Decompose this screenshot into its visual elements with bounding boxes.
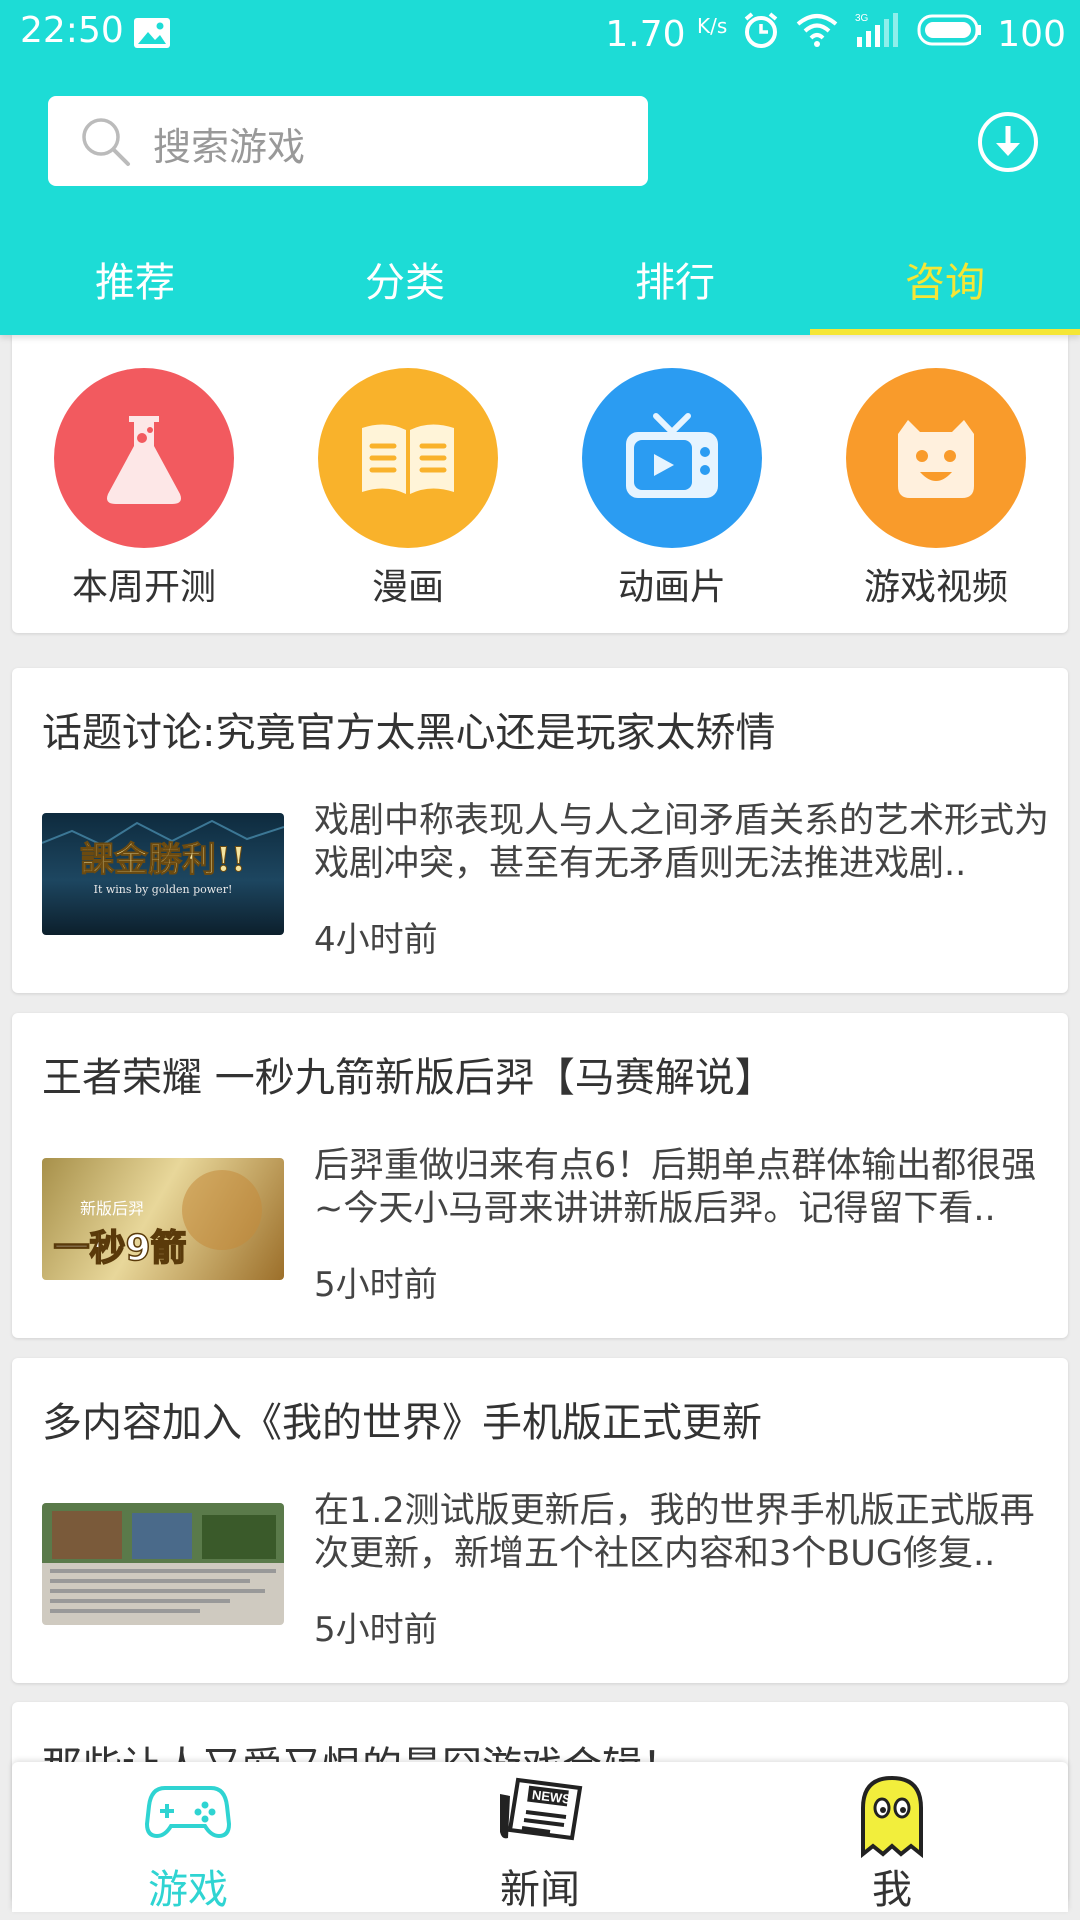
nav-me[interactable]: 我 bbox=[716, 1762, 1068, 1913]
wifi-icon bbox=[795, 12, 839, 57]
status-bar: 22:50 1.70 K/s 3G 100 bbox=[0, 0, 1080, 68]
gamepad-icon bbox=[144, 1774, 232, 1850]
svg-text:3G: 3G bbox=[855, 13, 869, 24]
ghost-icon bbox=[857, 1774, 927, 1864]
news-thumbnail: 新版后羿 一秒9箭 bbox=[42, 1158, 284, 1280]
category-card: 本周开测 漫画 动画片 游戏视频 bbox=[12, 335, 1068, 633]
news-thumbnail: 課金勝利!! It wins by golden power! bbox=[42, 813, 284, 935]
battery-icon bbox=[917, 13, 983, 56]
news-item[interactable]: 王者荣耀 一秒九箭新版后羿【马赛解说】 新版后羿 一秒9箭 后羿重做归来有点6！… bbox=[12, 1013, 1068, 1338]
app-header: 22:50 1.70 K/s 3G 100 搜索游戏 推荐 分类 排行 咨询 bbox=[0, 0, 1080, 335]
search-placeholder: 搜索游戏 bbox=[153, 125, 306, 169]
gallery-notification-icon bbox=[132, 16, 172, 54]
svg-text:課金勝利!!: 課金勝利!! bbox=[80, 840, 246, 880]
news-summary: 在1.2测试版更新后，我的世界手机版正式版再次更新，新增五个社区内容和3个BUG… bbox=[314, 1491, 1035, 1574]
news-title: 多内容加入《我的世界》手机版正式更新 bbox=[42, 1400, 762, 1446]
news-summary: 后羿重做归来有点6！后期单点群体输出都很强~今天小马哥来讲讲新版后羿。记得留下看… bbox=[314, 1146, 1037, 1229]
battery-level: 100 bbox=[997, 14, 1066, 55]
category-weekly-test[interactable]: 本周开测 bbox=[44, 368, 244, 610]
search-input[interactable]: 搜索游戏 bbox=[48, 96, 648, 186]
download-icon[interactable] bbox=[976, 110, 1040, 178]
newspaper-icon: NEWS bbox=[494, 1774, 586, 1854]
nav-news[interactable]: NEWS 新闻 bbox=[364, 1762, 716, 1913]
search-icon bbox=[78, 114, 134, 174]
svg-text:新版后羿: 新版后羿 bbox=[80, 1199, 144, 1218]
top-tabs: 推荐 分类 排行 咨询 bbox=[0, 230, 1080, 335]
net-speed: 1.70 K/s bbox=[605, 14, 728, 55]
bottom-nav: 游戏 NEWS 新闻 我 bbox=[12, 1762, 1068, 1913]
news-title: 话题讨论:究竟官方太黑心还是玩家太矫情 bbox=[42, 710, 776, 756]
news-time: 5小时前 bbox=[314, 1610, 438, 1650]
alarm-icon bbox=[741, 10, 781, 59]
category-animation[interactable]: 动画片 bbox=[572, 368, 772, 610]
tab-recommend[interactable]: 推荐 bbox=[0, 230, 270, 335]
svg-text:It wins by golden power!: It wins by golden power! bbox=[94, 883, 233, 896]
book-icon bbox=[318, 368, 498, 548]
status-right: 1.70 K/s 3G 100 bbox=[605, 10, 1066, 59]
category-comics[interactable]: 漫画 bbox=[308, 368, 508, 610]
tab-ranking[interactable]: 排行 bbox=[540, 230, 810, 335]
news-thumbnail bbox=[42, 1503, 284, 1625]
news-summary: 戏剧中称表现人与人之间矛盾关系的艺术形式为戏剧冲突，甚至有无矛盾则无法推进戏剧.… bbox=[314, 801, 1050, 884]
news-title: 王者荣耀 一秒九箭新版后羿【马赛解说】 bbox=[42, 1055, 775, 1101]
news-item[interactable]: 话题讨论:究竟官方太黑心还是玩家太矫情 課金勝利!! It wins by go… bbox=[12, 668, 1068, 993]
nav-games[interactable]: 游戏 bbox=[12, 1762, 364, 1913]
flask-icon bbox=[54, 368, 234, 548]
category-game-videos[interactable]: 游戏视频 bbox=[836, 368, 1036, 610]
cell-signal-icon: 3G bbox=[853, 11, 903, 58]
news-item[interactable]: 多内容加入《我的世界》手机版正式更新 在1.2测试版更新后，我的世界手机版正式版… bbox=[12, 1358, 1068, 1683]
tab-category[interactable]: 分类 bbox=[270, 230, 540, 335]
news-time: 4小时前 bbox=[314, 920, 438, 960]
tv-icon bbox=[582, 368, 762, 548]
status-time: 22:50 bbox=[20, 10, 124, 51]
tab-consult[interactable]: 咨询 bbox=[810, 230, 1080, 335]
svg-text:一秒9箭: 一秒9箭 bbox=[53, 1228, 186, 1269]
monster-face-icon bbox=[846, 368, 1026, 548]
news-time: 5小时前 bbox=[314, 1265, 438, 1305]
